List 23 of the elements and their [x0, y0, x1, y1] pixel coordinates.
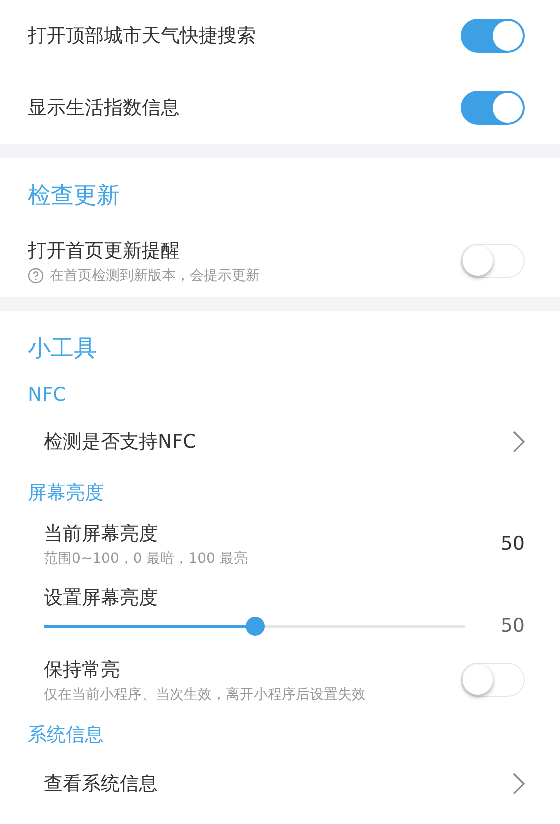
section-title: 检查更新 [27, 182, 121, 211]
toggle-switch[interactable] [461, 91, 525, 125]
chevron-right-icon [513, 773, 525, 795]
group-title: 屏幕亮度 [27, 481, 105, 506]
setting-hint: 范围0~100，0 最暗，100 最亮 [44, 550, 248, 568]
setting-label: 保持常亮 [44, 658, 121, 682]
setting-label: 当前屏幕亮度 [44, 522, 159, 546]
setting-label: 设置屏幕亮度 [44, 586, 159, 611]
value-text: 50 [500, 533, 525, 555]
chevron-right-icon [513, 431, 525, 453]
setting-hint: 仅在当前小程序、当次生效，离开小程序后设置失效 [44, 686, 366, 704]
section-title: 小工具 [27, 335, 98, 364]
slider-thumb[interactable] [246, 616, 264, 636]
menu-item[interactable]: 检测是否支持NFC [44, 429, 196, 455]
setting-label: 打开首页更新提醒 [28, 238, 181, 264]
setting-label: 打开顶部城市天气快捷搜索 [28, 24, 256, 49]
group-title: NFC [27, 383, 68, 408]
value-text: 50 [500, 615, 525, 637]
toggle-switch[interactable] [461, 19, 525, 53]
group-title: 系统信息 [27, 723, 105, 748]
menu-item[interactable]: 查看系统信息 [44, 771, 158, 797]
setting-label: 显示生活指数信息 [28, 96, 180, 121]
setting-hint: 在首页检测到新版本，会提示更新 [50, 266, 260, 284]
